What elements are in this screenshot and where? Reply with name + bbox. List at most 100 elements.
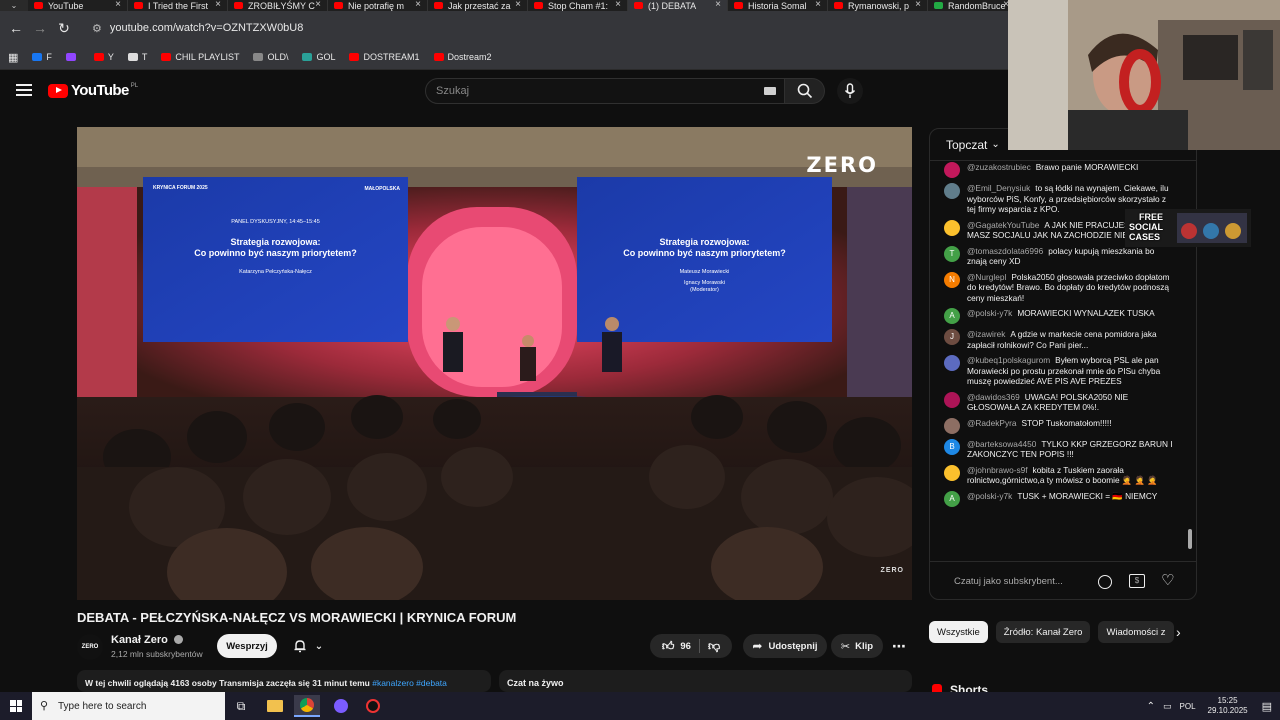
- super-chat-icon[interactable]: $: [1129, 574, 1145, 588]
- chat-input[interactable]: Czatuj jako subskrybent... $ ♡: [930, 561, 1196, 599]
- browser-tab[interactable]: Jak przestać za ×: [428, 0, 528, 11]
- tab-search-button[interactable]: ⌄: [0, 0, 28, 11]
- chat-username[interactable]: @Emil_Denysiuk: [967, 183, 1030, 193]
- hamburger-menu-icon[interactable]: [16, 84, 32, 98]
- dislike-button[interactable]: 👎︎: [708, 639, 720, 654]
- apps-icon[interactable]: ▦: [8, 51, 18, 64]
- bookmark-item[interactable]: CHIL PLAYLIST: [161, 52, 239, 62]
- chat-message[interactable]: J @izawirek A gdzie w markecie cena pomido…: [930, 329, 1196, 350]
- bookmark-item[interactable]: T: [127, 52, 147, 62]
- notifications-icon[interactable]: ▤: [1262, 700, 1272, 713]
- clock[interactable]: 15:25 29.10.2025: [1208, 696, 1248, 716]
- keyboard-icon[interactable]: [764, 87, 776, 95]
- messenger-icon[interactable]: [328, 695, 354, 717]
- chat-avatar[interactable]: T: [944, 245, 960, 262]
- windows-start-icon[interactable]: [10, 700, 22, 712]
- channel-name[interactable]: Kanał Zero: [111, 634, 183, 646]
- chat-username[interactable]: @izawirek: [967, 329, 1005, 339]
- browser-tab[interactable]: Nie potrafię m ×: [328, 0, 428, 11]
- browser-tab[interactable]: Stop Cham #1: ×: [528, 0, 628, 11]
- chat-message[interactable]: A @polski-y7k MORAWIECKI WYNALAZEK TUSKA: [930, 308, 1196, 324]
- chat-username[interactable]: @johnbrawo-s9f: [967, 465, 1028, 475]
- close-tab-icon[interactable]: ×: [915, 0, 921, 10]
- filter-chip[interactable]: Wszystkie: [929, 621, 988, 643]
- chat-message[interactable]: @kubeq1polskagurom Byłem wyborcą PSL ale …: [930, 355, 1196, 387]
- video-player[interactable]: KRYNICA FORUM 2025 MAŁOPOLSKA PANEL DYSK…: [77, 127, 912, 600]
- description-hashtags[interactable]: #kanalzero #debata: [372, 678, 447, 688]
- chat-avatar[interactable]: [944, 417, 960, 434]
- chevron-right-icon[interactable]: ›: [1176, 624, 1181, 640]
- chat-username[interactable]: @tomaszdolata6996: [967, 246, 1043, 256]
- chat-username[interactable]: @dawidos369: [967, 392, 1020, 402]
- file-explorer-icon[interactable]: [262, 695, 288, 717]
- chat-username[interactable]: @zuzakostrubiec: [967, 162, 1031, 172]
- bookmark-item[interactable]: DOSTREAM1: [349, 52, 420, 62]
- browser-tab[interactable]: RandomBruce ×: [928, 0, 1016, 11]
- taskbar-search-input[interactable]: ⚲ Type here to search: [32, 692, 225, 720]
- chat-username[interactable]: @barteksowa4450: [967, 439, 1036, 449]
- more-actions-button[interactable]: ⋯: [887, 634, 911, 658]
- close-tab-icon[interactable]: ×: [615, 0, 621, 10]
- browser-tab[interactable]: I Tried the First ×: [128, 0, 228, 11]
- ad-overlay[interactable]: FREE SOCIAL CASES: [1125, 209, 1251, 247]
- chat-username[interactable]: @kubeq1polskagurom: [967, 355, 1050, 365]
- task-view-icon[interactable]: ⧉: [228, 695, 254, 717]
- site-settings-icon[interactable]: ⚙: [92, 22, 102, 35]
- browser-tab[interactable]: Rymanowski, p ×: [828, 0, 928, 11]
- chat-username[interactable]: @GagatekYouTube: [967, 220, 1039, 230]
- close-tab-icon[interactable]: ×: [515, 0, 521, 10]
- youtube-logo[interactable]: YouTube PL: [48, 82, 138, 99]
- browser-tab[interactable]: (1) DEBATA ×: [628, 0, 728, 11]
- chat-avatar[interactable]: J: [944, 329, 960, 345]
- notifications-button[interactable]: ⌄: [285, 634, 331, 658]
- chat-avatar[interactable]: N: [944, 271, 960, 288]
- chat-username[interactable]: @polski-y7k: [967, 491, 1012, 501]
- filter-chip[interactable]: Źródło: Kanał Zero: [995, 621, 1091, 643]
- chat-avatar[interactable]: [944, 464, 960, 481]
- close-tab-icon[interactable]: ×: [215, 0, 221, 10]
- chevron-up-icon[interactable]: ⌃: [1147, 701, 1155, 712]
- search-button[interactable]: [785, 78, 825, 104]
- chat-scrollbar[interactable]: [1188, 529, 1192, 549]
- like-button[interactable]: 👍︎ 96: [662, 639, 691, 654]
- chat-avatar[interactable]: [944, 391, 960, 408]
- bookmark-item[interactable]: OLD\: [253, 52, 288, 62]
- forward-button[interactable]: →: [28, 20, 52, 36]
- chat-avatar[interactable]: B: [944, 438, 960, 455]
- chat-message[interactable]: @RadekPyra STOP Tuskomatołom!!!!!: [930, 417, 1196, 434]
- reload-button[interactable]: ↻: [52, 20, 76, 37]
- app-icon[interactable]: [360, 695, 386, 717]
- voice-search-button[interactable]: [837, 78, 863, 104]
- browser-tab[interactable]: ZROBIŁYŚMY C ×: [228, 0, 328, 11]
- chat-message[interactable]: @johnbrawo-s9f kobita z Tuskiem zaorała r…: [930, 464, 1196, 486]
- chat-username[interactable]: @RadekPyra: [967, 418, 1016, 428]
- support-button[interactable]: Wesprzyj: [217, 634, 277, 658]
- chat-username[interactable]: @Nurglepl: [967, 272, 1006, 282]
- bookmark-item[interactable]: Y: [93, 52, 114, 62]
- network-icon[interactable]: ▭: [1163, 701, 1172, 712]
- back-button[interactable]: ←: [4, 20, 28, 36]
- search-input[interactable]: Szukaj: [425, 78, 785, 104]
- live-chat-replay-box[interactable]: Czat na żywo: [499, 670, 912, 692]
- chrome-icon[interactable]: [294, 695, 320, 717]
- chat-message[interactable]: T @tomaszdolata6996 polacy kupują mieszkan…: [930, 245, 1196, 267]
- chat-username[interactable]: @polski-y7k: [967, 308, 1012, 318]
- browser-tab[interactable]: Historia Somal ×: [728, 0, 828, 11]
- chat-avatar[interactable]: A: [944, 490, 960, 507]
- chat-message[interactable]: @dawidos369 UWAGA! POLSKA2050 NIE GŁOSOWA…: [930, 391, 1196, 413]
- clip-button[interactable]: ✂ Klip: [831, 634, 883, 658]
- close-tab-icon[interactable]: ×: [715, 0, 721, 10]
- heart-icon[interactable]: ♡: [1161, 571, 1174, 589]
- close-tab-icon[interactable]: ×: [115, 0, 121, 10]
- chat-avatar[interactable]: [944, 219, 960, 236]
- close-tab-icon[interactable]: ×: [315, 0, 321, 10]
- close-tab-icon[interactable]: ×: [815, 0, 821, 10]
- channel-avatar[interactable]: ZERO: [77, 634, 103, 660]
- chat-avatar[interactable]: [944, 162, 960, 178]
- chat-avatar[interactable]: [944, 355, 960, 371]
- chat-avatar[interactable]: A: [944, 308, 960, 324]
- bookmark-item[interactable]: Dostream2: [433, 52, 492, 62]
- bookmark-item[interactable]: F: [32, 52, 52, 62]
- filter-chip[interactable]: Wiadomości z: [1098, 621, 1174, 643]
- bookmark-item[interactable]: [65, 52, 80, 62]
